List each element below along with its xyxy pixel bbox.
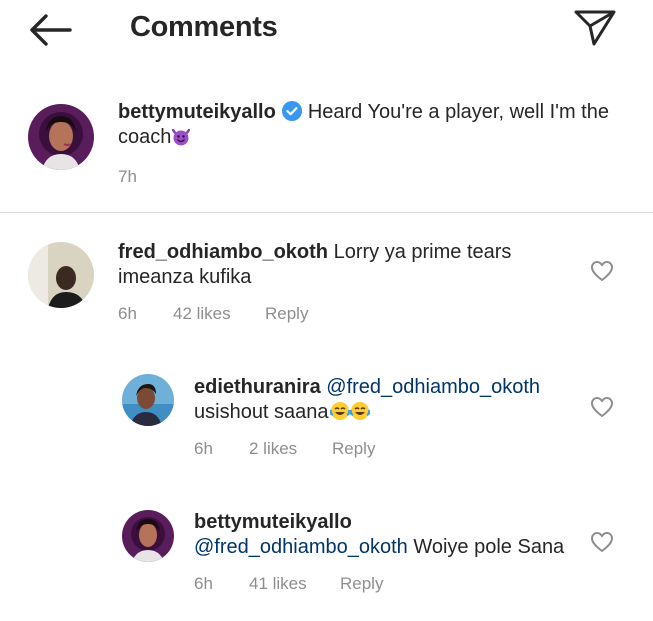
mention-link[interactable]: @fred_odhiambo_okoth bbox=[326, 376, 540, 398]
like-count[interactable]: 2 likes bbox=[249, 439, 297, 459]
tears-of-joy-emoji bbox=[349, 401, 370, 421]
heart-icon bbox=[591, 397, 613, 417]
username[interactable]: ediethuranira bbox=[194, 376, 321, 398]
back-button[interactable] bbox=[26, 12, 74, 48]
comment-time: 6h bbox=[118, 304, 137, 323]
reply-button[interactable]: Reply bbox=[265, 304, 308, 324]
caption-time: 7h bbox=[118, 167, 137, 186]
like-button[interactable] bbox=[590, 396, 614, 418]
heart-icon bbox=[591, 532, 613, 552]
username[interactable]: fred_odhiambo_okoth bbox=[118, 241, 328, 263]
like-count[interactable]: 42 likes bbox=[173, 304, 231, 324]
verified-badge-icon bbox=[281, 101, 302, 121]
tears-of-joy-emoji bbox=[329, 401, 350, 421]
avatar[interactable] bbox=[122, 374, 174, 426]
avatar[interactable] bbox=[28, 104, 94, 170]
paper-plane-icon bbox=[574, 10, 616, 46]
share-button[interactable] bbox=[572, 6, 618, 48]
heart-icon bbox=[591, 261, 613, 281]
mention-link[interactable]: @fred_odhiambo_okoth bbox=[194, 536, 408, 558]
like-count[interactable]: 41 likes bbox=[249, 574, 307, 594]
avatar[interactable] bbox=[28, 242, 94, 308]
comment-text: ediethuranira @fred_odhiambo_okoth usish… bbox=[194, 375, 574, 425]
comment-text: bettymuteikyallo @fred_odhiambo_okoth Wo… bbox=[194, 510, 584, 560]
avatar[interactable] bbox=[122, 510, 174, 562]
smiling-devil-emoji bbox=[171, 126, 191, 146]
comment-meta: 6h 42 likes Reply bbox=[118, 304, 418, 326]
arrow-left-icon bbox=[30, 14, 72, 46]
divider bbox=[0, 212, 653, 213]
reply-button[interactable]: Reply bbox=[340, 574, 383, 594]
caption-text: bettymuteikyallo Heard You're a player, w… bbox=[118, 100, 618, 150]
page-title: Comments bbox=[130, 11, 278, 43]
username[interactable]: bettymuteikyallo bbox=[118, 101, 276, 123]
username[interactable]: bettymuteikyallo bbox=[194, 511, 352, 533]
comment-body: Woiye pole Sana bbox=[413, 536, 565, 558]
comment-meta: 6h 41 likes Reply bbox=[194, 574, 494, 596]
like-button[interactable] bbox=[590, 260, 614, 282]
top-bar: Comments bbox=[0, 0, 653, 58]
comment-body: usishout saana bbox=[194, 401, 329, 423]
like-button[interactable] bbox=[590, 531, 614, 553]
comment-time: 6h bbox=[194, 439, 213, 458]
reply-button[interactable]: Reply bbox=[332, 439, 375, 459]
comment-time: 6h bbox=[194, 574, 213, 593]
comment-text: fred_odhiambo_okoth Lorry ya prime tears… bbox=[118, 240, 558, 290]
comment-meta: 6h 2 likes Reply bbox=[194, 439, 494, 461]
